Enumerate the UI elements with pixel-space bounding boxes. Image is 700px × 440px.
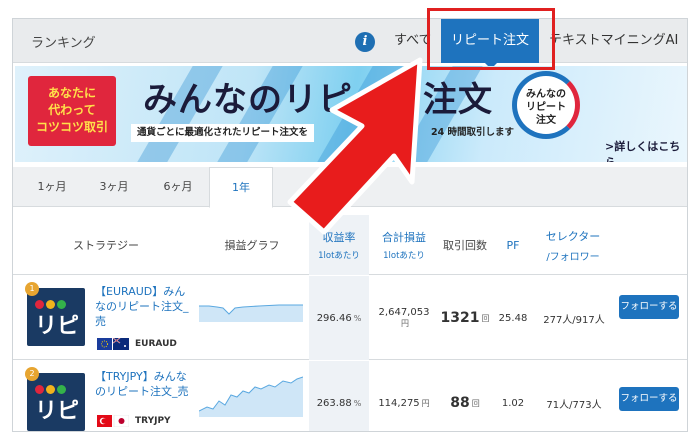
selector-follower-count: 277人/917人 xyxy=(543,314,605,326)
col-selector[interactable]: セレクター /フォロワー xyxy=(533,215,613,275)
trade-count: 1321 回 xyxy=(440,310,490,326)
profit-graph[interactable] xyxy=(199,292,303,336)
selector-follower-count: 71人/773人 xyxy=(546,399,602,411)
strategy-name-link[interactable]: 【EURAUD】みんなのリピート注文_売 xyxy=(95,284,195,329)
strategy-name-link[interactable]: 【TRYJPY】みんなのリピート注文_売 xyxy=(95,369,195,399)
table-row: 1 リピ 【EURAUD】みんなのリピート注文_売 EURAUD 296.46%… xyxy=(13,276,687,360)
col-strategy: ストラテジー xyxy=(73,239,139,252)
arrow-pointer-icon xyxy=(287,57,423,235)
return-rate: 263.88% xyxy=(309,361,369,431)
tab-text-mining-ai[interactable]: テキストマイニングAI xyxy=(549,19,678,63)
follow-button[interactable]: フォローする xyxy=(619,295,679,319)
repeat-order-logo: みんなの リピート 注文 xyxy=(512,71,580,139)
return-rate: 296.46% xyxy=(309,276,369,360)
total-profit: 114,275 円 xyxy=(378,397,430,409)
info-icon[interactable]: i xyxy=(355,32,375,52)
try-jpy-flag-icon xyxy=(97,415,129,427)
total-profit: 2,647,053 円 xyxy=(378,307,430,328)
rank-badge: 2 xyxy=(25,367,39,381)
follow-button[interactable]: フォローする xyxy=(619,387,679,411)
banner-badge: あなたに 代わって コツコツ取引 xyxy=(28,76,116,146)
tab-3-months[interactable]: 3ヶ月 xyxy=(83,167,145,207)
profit-factor: 1.02 xyxy=(501,397,525,409)
col-pf[interactable]: PF xyxy=(493,215,533,275)
strategy-logo[interactable]: リピ xyxy=(27,373,85,431)
ranking-title: ランキング xyxy=(31,36,96,51)
currency-pair: TRYJPY xyxy=(135,416,171,426)
table-row: 2 リピ 【TRYJPY】みんなのリピート注文_売 TRYJPY 263.88%… xyxy=(13,361,687,431)
profit-graph[interactable] xyxy=(199,373,303,417)
strategy-logo[interactable]: リピ xyxy=(27,288,85,346)
eur-aud-flag-icon xyxy=(97,338,129,350)
tab-6-months[interactable]: 6ヶ月 xyxy=(147,167,209,207)
profit-factor: 25.48 xyxy=(498,312,528,324)
rank-badge: 1 xyxy=(25,282,39,296)
tab-1-month[interactable]: 1ヶ月 xyxy=(21,167,83,207)
details-link[interactable]: >詳しくはこちら xyxy=(605,138,687,162)
trade-count: 88 回 xyxy=(450,395,480,411)
currency-pair: EURAUD xyxy=(135,339,177,349)
tab-1-year[interactable]: 1年 xyxy=(209,167,273,208)
